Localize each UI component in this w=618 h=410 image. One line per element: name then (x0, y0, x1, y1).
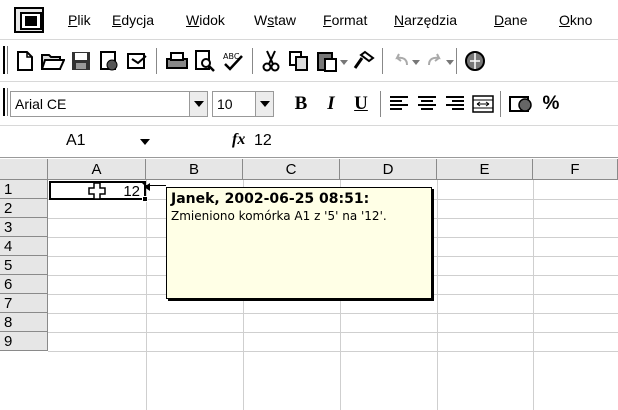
undo-dropdown-icon[interactable] (412, 60, 420, 65)
excel-app-icon[interactable] (14, 7, 44, 33)
comment-author: Janek, 2002-06-25 08:51: (171, 191, 370, 207)
name-box-value: A1 (66, 132, 86, 149)
comment-arrow-icon (144, 183, 150, 191)
menu-narzedzia[interactable]: Narzędzia (394, 12, 457, 28)
new-icon[interactable] (12, 48, 38, 74)
font-name-value: Arial CE (15, 96, 67, 112)
row-header-1[interactable]: 1 (0, 180, 48, 199)
menu-dane[interactable]: Dane (494, 12, 527, 28)
name-box[interactable]: A1 (0, 131, 155, 153)
toolbar-separator (456, 48, 458, 74)
menu-wstaw[interactable]: Wstaw (254, 12, 296, 28)
toolbar-grip[interactable] (3, 46, 8, 74)
row-header-4[interactable]: 4 (0, 237, 48, 256)
menu-bar: Plik Edycja Widok Wstaw Format Narzędzia… (0, 0, 618, 40)
toolbar-grip[interactable] (3, 88, 8, 116)
print-icon[interactable] (164, 48, 190, 74)
formula-input[interactable]: 12 (254, 132, 272, 150)
underline-button[interactable]: U (348, 91, 374, 117)
toolbar-separator (380, 91, 382, 117)
comment-popup[interactable]: Janek, 2002-06-25 08:51: Zmieniono komór… (166, 187, 432, 299)
row-header-8[interactable]: 8 (0, 313, 48, 332)
column-header-d[interactable]: D (340, 159, 437, 180)
standard-toolbar: ABC (0, 40, 618, 82)
paste-icon[interactable] (314, 48, 340, 74)
menu-widok[interactable]: Widok (186, 12, 225, 28)
open-icon[interactable] (40, 48, 66, 74)
print-preview-icon[interactable] (192, 48, 218, 74)
worksheet-grid: A B C D E F 1 2 3 4 5 6 7 8 9 12 Janek, … (0, 159, 618, 410)
undo-icon[interactable] (388, 48, 414, 74)
column-header-c[interactable]: C (243, 159, 340, 180)
chevron-down-icon[interactable] (189, 92, 207, 116)
fill-handle[interactable] (142, 196, 148, 202)
chevron-down-icon[interactable] (255, 92, 273, 116)
paste-dropdown-icon[interactable] (340, 60, 348, 65)
row-header-5[interactable]: 5 (0, 256, 48, 275)
font-name-combo[interactable]: Arial CE (10, 91, 208, 117)
grid-line (146, 180, 147, 410)
font-size-combo[interactable]: 10 (212, 91, 274, 117)
grid-line (533, 180, 534, 410)
column-header-b[interactable]: B (146, 159, 243, 180)
save-icon[interactable] (68, 48, 94, 74)
permissions-icon[interactable] (96, 48, 122, 74)
redo-icon[interactable] (422, 48, 448, 74)
column-header-f[interactable]: F (533, 159, 618, 180)
italic-button[interactable]: I (318, 91, 344, 117)
align-left-icon[interactable] (386, 91, 412, 117)
toolbar-separator (382, 48, 384, 74)
align-right-icon[interactable] (442, 91, 468, 117)
row-header-7[interactable]: 7 (0, 294, 48, 313)
fx-icon[interactable]: fx (232, 131, 245, 149)
grid-line (437, 180, 438, 410)
toolbar-separator (156, 48, 158, 74)
cut-icon[interactable] (258, 48, 284, 74)
cell-a1-value: 12 (123, 183, 140, 200)
toolbar-separator (500, 91, 502, 117)
redo-dropdown-icon[interactable] (446, 60, 454, 65)
toolbar-separator (252, 48, 254, 74)
chevron-down-icon[interactable] (140, 139, 150, 145)
hyperlink-icon[interactable] (462, 48, 488, 74)
email-icon[interactable] (124, 48, 150, 74)
currency-icon[interactable] (508, 91, 534, 117)
row-header-6[interactable]: 6 (0, 275, 48, 294)
font-size-value: 10 (217, 96, 233, 112)
column-header-e[interactable]: E (437, 159, 533, 180)
formatting-toolbar: Arial CE 10 B I U % (0, 82, 618, 126)
row-header-9[interactable]: 9 (0, 332, 48, 351)
select-all-corner[interactable] (0, 159, 48, 180)
menu-format[interactable]: Format (323, 12, 367, 28)
row-header-2[interactable]: 2 (0, 199, 48, 218)
percent-button[interactable]: % (538, 91, 564, 117)
merge-center-icon[interactable] (470, 91, 496, 117)
format-painter-icon[interactable] (350, 48, 376, 74)
spelling-icon[interactable]: ABC (220, 48, 246, 74)
cell-cursor-icon (88, 182, 106, 200)
bold-button[interactable]: B (288, 91, 314, 117)
menu-plik[interactable]: Plik (68, 12, 91, 28)
column-header-a[interactable]: A (48, 159, 146, 180)
menu-okno[interactable]: Okno (559, 12, 592, 28)
copy-icon[interactable] (286, 48, 312, 74)
align-center-icon[interactable] (414, 91, 440, 117)
comment-text: Zmieniono komórka A1 z '5' na '12'. (171, 209, 387, 223)
row-header-3[interactable]: 3 (0, 218, 48, 237)
menu-edycja[interactable]: Edycja (112, 12, 154, 28)
